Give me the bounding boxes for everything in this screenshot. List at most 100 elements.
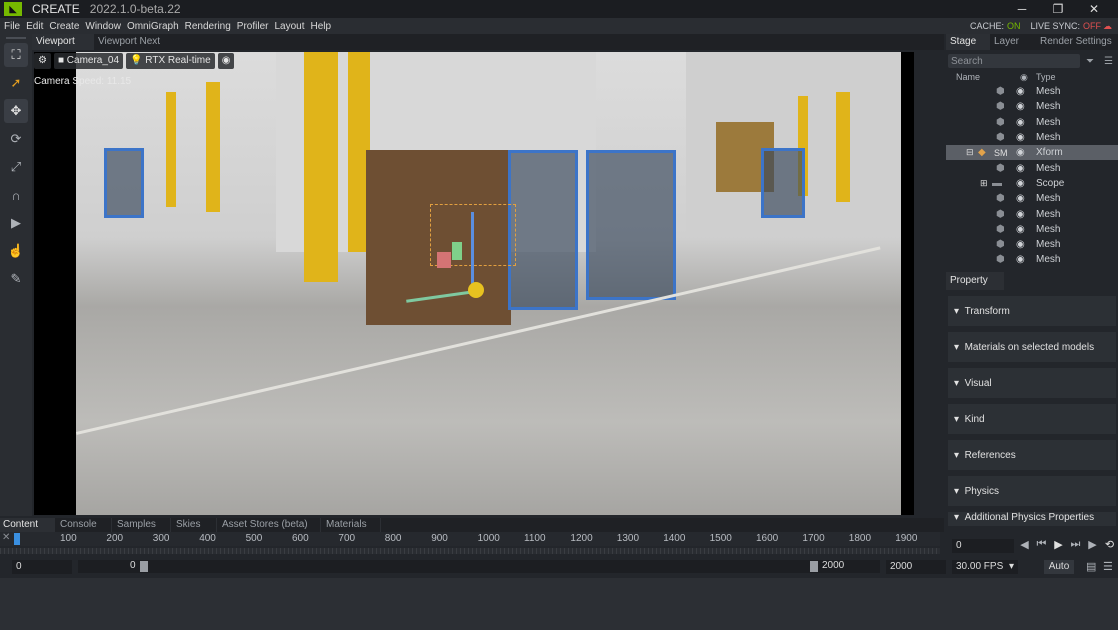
menu-file[interactable]: File xyxy=(4,21,20,32)
go-start-icon[interactable]: ⏮ xyxy=(1033,538,1050,551)
section-kind[interactable]: ▾ Kind xyxy=(948,404,1116,434)
camera-selector[interactable]: ■ Camera_04 xyxy=(53,53,124,69)
timeline-track[interactable] xyxy=(0,548,940,554)
stage-tree-row[interactable]: ⬢ ◉ Mesh xyxy=(946,84,1118,99)
close-timeline-icon[interactable]: ✕ xyxy=(2,532,10,543)
stage-tree-row[interactable]: ⬢ ◉ Mesh xyxy=(946,252,1118,267)
filter-icon[interactable]: ⏷ xyxy=(1086,56,1094,67)
blue-cart[interactable] xyxy=(508,150,578,310)
visibility-eye-icon[interactable]: ◉ xyxy=(1016,209,1025,220)
clapper-icon[interactable]: ▤ xyxy=(1086,560,1096,573)
menu-omnigraph[interactable]: OmniGraph xyxy=(127,21,179,32)
expand-icon[interactable]: ⊞ xyxy=(980,178,988,189)
renderer-selector[interactable]: 💡 RTX Real-time xyxy=(126,53,215,69)
tab-viewport-next[interactable]: Viewport Next xyxy=(94,34,184,50)
menu-window[interactable]: Window xyxy=(85,21,121,32)
tab-stage[interactable]: Stage xyxy=(946,34,990,50)
column-name[interactable]: Name xyxy=(956,72,1020,84)
physics-drag-icon[interactable]: ☝ xyxy=(4,239,28,263)
stage-tree-row[interactable]: ⬢ ◉ Mesh xyxy=(946,160,1118,175)
stage-search-input[interactable]: Search xyxy=(948,54,1080,68)
loop-icon[interactable]: ⟲ xyxy=(1101,538,1118,551)
tab-skies[interactable]: Skies xyxy=(173,518,217,532)
stage-tree-row[interactable]: ⊟ ◆ SM ◉ Xform xyxy=(946,145,1118,161)
move-tool-icon[interactable]: ✥ xyxy=(4,99,28,123)
paint-brush-icon[interactable]: ✎ xyxy=(4,267,28,291)
gizmo-plane-icon[interactable] xyxy=(437,252,451,268)
hamburger-menu-icon[interactable]: ☰ xyxy=(1104,56,1113,67)
range-end-handle[interactable] xyxy=(810,561,818,572)
tab-content[interactable]: Content xyxy=(0,518,55,532)
stage-tree-row[interactable]: ⊞ ▬ ◉ Scope xyxy=(946,176,1118,191)
column-type[interactable]: Type xyxy=(1036,72,1056,84)
section-physics[interactable]: ▾ Physics xyxy=(948,476,1116,506)
stage-tree-row[interactable]: ⬢ ◉ Mesh xyxy=(946,191,1118,206)
stage-tree-row[interactable]: ⬢ ◉ Mesh xyxy=(946,206,1118,221)
play-icon[interactable]: ▶ xyxy=(1050,538,1067,551)
stage-tree-row[interactable]: ⬢ ◉ Mesh xyxy=(946,99,1118,114)
tab-console[interactable]: Console xyxy=(57,518,112,532)
gizmo-center-icon[interactable] xyxy=(468,282,484,298)
live-sync-icon[interactable]: ☁ xyxy=(1103,21,1112,32)
tab-viewport[interactable]: Viewport xyxy=(32,34,94,50)
visibility-eye-icon[interactable]: ◉ xyxy=(1016,178,1025,189)
section-materials[interactable]: ▾ Materials on selected models xyxy=(948,332,1116,362)
restore-button[interactable]: ❐ xyxy=(1040,0,1076,18)
minimize-button[interactable]: ─ xyxy=(1004,0,1040,18)
stage-tree-row[interactable]: ⬢ ◉ Mesh xyxy=(946,237,1118,252)
stage-tree-row[interactable]: ⬢ ◉ Mesh xyxy=(946,222,1118,237)
cache-status[interactable]: ON xyxy=(1007,21,1021,31)
menu-help[interactable]: Help xyxy=(311,21,332,32)
collapse-icon[interactable]: ⊟ xyxy=(966,147,974,158)
visibility-eye-icon[interactable]: ◉ xyxy=(1016,147,1025,158)
tab-layer[interactable]: Layer xyxy=(990,34,1036,50)
go-end-icon[interactable]: ⏭ xyxy=(1067,538,1084,551)
hamburger-menu-icon[interactable]: ☰ xyxy=(1103,560,1113,573)
fps-select[interactable]: 30.00 FPS ▾ xyxy=(952,560,1018,574)
playback-range-slider[interactable]: 0 2000 xyxy=(78,560,880,573)
toolbar-grip[interactable] xyxy=(6,37,26,39)
eye-visibility-icon[interactable]: ◉ xyxy=(217,53,235,69)
gizmo-y-axis-icon[interactable] xyxy=(471,212,474,290)
tab-asset-stores[interactable]: Asset Stores (beta) xyxy=(219,518,321,532)
warehouse-scene-render[interactable] xyxy=(76,52,901,515)
end-time-field[interactable]: 2000 xyxy=(886,560,946,574)
settings-gear-icon[interactable]: ⚙ xyxy=(34,53,51,69)
select-tool-icon[interactable]: ➚ xyxy=(4,71,28,95)
start-time-field[interactable]: 0 xyxy=(12,560,72,574)
visibility-eye-icon[interactable]: ◉ xyxy=(1016,86,1025,97)
timeline-ruler[interactable]: ✕ 100 200 300 400 500 600 700 800 900 1000 1100 120… xyxy=(0,532,940,546)
menu-layout[interactable]: Layout xyxy=(274,21,304,32)
section-references[interactable]: ▾ References xyxy=(948,440,1116,470)
visibility-eye-icon[interactable]: ◉ xyxy=(1016,193,1025,204)
play-icon[interactable]: ▶ xyxy=(4,211,28,235)
visibility-eye-icon[interactable]: ◉ xyxy=(1016,163,1025,174)
blue-cart[interactable] xyxy=(104,148,144,218)
gizmo-plane-icon[interactable] xyxy=(452,242,462,260)
tab-samples[interactable]: Samples xyxy=(114,518,171,532)
visibility-eye-icon[interactable]: ◉ xyxy=(1016,101,1025,112)
visibility-eye-icon[interactable]: ◉ xyxy=(1016,132,1025,143)
tab-render-settings[interactable]: Render Settings xyxy=(1036,34,1116,50)
timeline-playhead[interactable] xyxy=(14,533,20,545)
current-frame-field[interactable]: 0 xyxy=(952,539,1014,553)
viewport-frame-icon[interactable]: ⛶ xyxy=(4,43,28,67)
section-additional-physics[interactable]: ▾ Additional Physics Properties xyxy=(948,512,1116,526)
visibility-eye-icon[interactable]: ◉ xyxy=(1016,224,1025,235)
menu-create[interactable]: Create xyxy=(49,21,79,32)
rotate-tool-icon[interactable]: ⟳ xyxy=(4,127,28,151)
visibility-eye-icon[interactable]: ◉ xyxy=(1016,239,1025,250)
stage-tree-row[interactable]: ⬢ ◉ Mesh xyxy=(946,130,1118,145)
menu-profiler[interactable]: Profiler xyxy=(237,21,269,32)
menu-edit[interactable]: Edit xyxy=(26,21,43,32)
blue-cart[interactable] xyxy=(761,148,805,218)
close-button[interactable]: ✕ xyxy=(1076,0,1112,18)
snap-magnet-icon[interactable]: ∩ xyxy=(4,183,28,207)
scale-tool-icon[interactable]: ⤢ xyxy=(4,155,28,179)
visibility-eye-icon[interactable]: ◉ xyxy=(1016,117,1025,128)
auto-key-button[interactable]: Auto xyxy=(1044,560,1074,574)
prev-key-icon[interactable]: ◀ xyxy=(1016,538,1033,551)
live-sync-status[interactable]: OFF xyxy=(1083,21,1101,31)
next-key-icon[interactable]: ▶ xyxy=(1084,538,1101,551)
stage-tree-row[interactable]: ⬢ ◉ Mesh xyxy=(946,115,1118,130)
